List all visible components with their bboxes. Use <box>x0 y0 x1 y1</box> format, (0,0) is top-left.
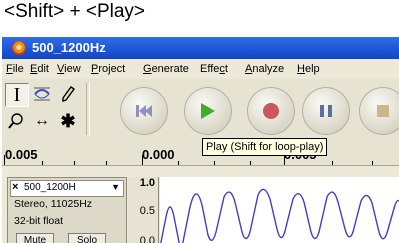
ruler-tick <box>4 155 5 165</box>
caption-text: <Shift> + <Play> <box>4 1 146 22</box>
envelope-tool-button[interactable] <box>31 83 53 105</box>
toolbar: I ↔ ✱ <box>2 79 399 141</box>
ruler-tick <box>372 161 373 165</box>
audacity-app-icon <box>12 41 26 55</box>
waveform-graphic <box>160 188 399 243</box>
timeshift-arrows-icon: ↔ <box>34 112 50 129</box>
amplitude-ruler: 1.0 0.5 0.0 <box>128 177 159 243</box>
ruler-tick <box>42 161 43 165</box>
tools-toolbar: I ↔ ✱ <box>5 83 83 135</box>
ruler-label-left: 0.005 <box>5 147 38 162</box>
track-format-info: Stereo, 11025Hz <box>14 198 93 210</box>
menu-view[interactable]: View <box>57 63 81 75</box>
window-title: 500_1200Hz <box>32 40 106 55</box>
pencil-icon <box>62 86 75 102</box>
play-tooltip: Play (Shift for loop-play) <box>202 138 328 156</box>
track-menu-arrow-icon[interactable]: ▼ <box>111 182 120 192</box>
record-button[interactable] <box>247 87 295 135</box>
play-icon <box>201 103 215 119</box>
zoom-tool-button[interactable] <box>5 110 27 132</box>
play-button[interactable] <box>184 87 232 135</box>
pause-icon <box>320 105 332 117</box>
track-name-header[interactable]: × 500_1200H ▼ <box>10 180 124 197</box>
multi-tool-button[interactable]: ✱ <box>57 110 79 132</box>
audacity-window: 500_1200Hz File Edit View Project Genera… <box>2 37 399 243</box>
record-icon <box>263 103 279 119</box>
mute-button[interactable]: Mute <box>16 233 54 243</box>
ruler-label-zero: 0.000 <box>142 147 175 162</box>
ruler-tick <box>332 161 333 165</box>
menu-generate[interactable]: Generate <box>143 63 189 75</box>
close-track-icon[interactable]: × <box>12 181 18 193</box>
menu-analyze[interactable]: Analyze <box>245 63 284 75</box>
stop-button[interactable] <box>359 87 399 135</box>
amplitude-label-mid: 0.5 <box>139 205 155 217</box>
skip-to-start-button[interactable] <box>120 87 168 135</box>
track-sample-format: 32-bit float <box>14 215 64 227</box>
envelope-icon <box>34 87 50 101</box>
timeshift-tool-button[interactable]: ↔ <box>31 110 53 132</box>
menu-effect[interactable]: Effect <box>200 63 228 75</box>
menu-bar: File Edit View Project Generate Effect A… <box>2 59 399 79</box>
ruler-tick <box>284 155 285 165</box>
ruler-tick <box>142 155 143 165</box>
selection-tool-button[interactable]: I <box>5 83 29 107</box>
skip-to-start-icon <box>136 105 152 117</box>
solo-button[interactable]: Solo <box>68 233 106 243</box>
stop-icon <box>377 105 389 117</box>
menu-edit[interactable]: Edit <box>30 63 49 75</box>
track-name: 500_1200H <box>24 182 76 193</box>
amplitude-label-low: 0.0 <box>139 235 155 243</box>
menu-help[interactable]: Help <box>297 63 320 75</box>
multi-tool-asterisk-icon: ✱ <box>60 110 76 131</box>
waveform-area[interactable] <box>160 177 399 243</box>
ruler-tick <box>106 161 107 165</box>
magnifier-icon <box>8 113 23 129</box>
amplitude-label-top: 1.0 <box>139 177 155 189</box>
waveform-line <box>160 188 399 243</box>
draw-tool-button[interactable] <box>57 83 79 105</box>
ruler-tick <box>214 161 215 165</box>
pause-button[interactable] <box>302 87 350 135</box>
toolbar-separator <box>86 83 90 135</box>
ruler-tick <box>178 161 179 165</box>
ruler-tick <box>250 161 251 165</box>
menu-project[interactable]: Project <box>91 63 125 75</box>
selection-tool-icon: I <box>13 84 21 106</box>
title-bar: 500_1200Hz <box>2 37 399 59</box>
track-control-panel: × 500_1200H ▼ Stereo, 11025Hz 32-bit flo… <box>7 177 127 243</box>
menu-file[interactable]: File <box>6 63 24 75</box>
ruler-tick <box>74 161 75 165</box>
timeline-ruler[interactable]: 0.005 0.000 0.005 <box>2 141 399 166</box>
